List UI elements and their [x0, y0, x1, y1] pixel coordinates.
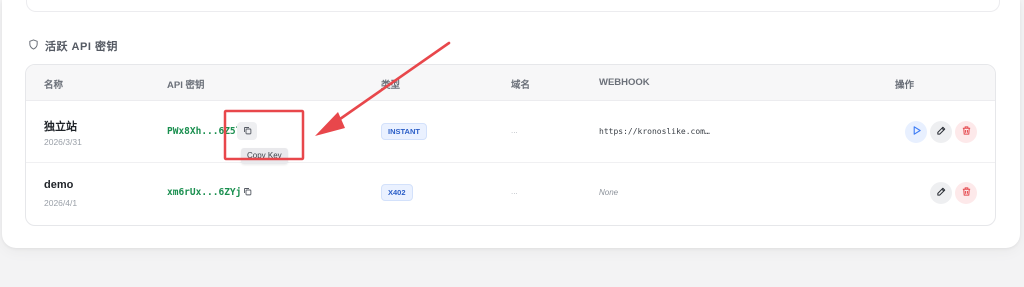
key-date: 2026/4/1: [44, 198, 78, 208]
delete-button[interactable]: [955, 121, 977, 143]
table-row: demo 2026/4/1 xm6rUx...6ZYj X402 ... Non…: [26, 163, 995, 225]
header-name: 名称: [44, 80, 64, 91]
copy-key-button[interactable]: [237, 183, 257, 201]
shield-icon: [28, 39, 39, 53]
domain-value: ...: [511, 187, 518, 196]
edit-button[interactable]: [930, 182, 952, 204]
copy-icon: [243, 183, 252, 201]
copy-key-button[interactable]: [237, 122, 257, 140]
api-keys-table: 名称 API 密钥 类型 域名 WEBHOOK 操作 独立站 2026/3/31…: [25, 64, 996, 226]
table-row: 独立站 2026/3/31 PWx8Xh...6Z5l INSTANT ... …: [26, 101, 995, 163]
previous-panel-edge: [26, 0, 1000, 12]
run-button[interactable]: [905, 121, 927, 143]
domain-value: ...: [511, 126, 518, 135]
type-badge: X402: [381, 184, 413, 201]
header-key: API 密钥: [167, 80, 205, 91]
header-type: 类型: [381, 80, 401, 91]
key-name: 独立站: [44, 121, 77, 133]
edit-button[interactable]: [930, 121, 952, 143]
api-key-value: xm6rUx...6ZYj: [167, 187, 242, 198]
webhook-url: None: [599, 188, 619, 197]
api-key-value: PWx8Xh...6Z5l: [167, 126, 242, 137]
copy-key-tooltip: Copy Key: [241, 148, 288, 164]
header-webhook: WEBHOOK: [599, 77, 650, 88]
table-header: 名称 API 密钥 类型 域名 WEBHOOK 操作: [26, 65, 995, 101]
header-actions: 操作: [895, 80, 915, 91]
copy-icon: [243, 122, 252, 140]
edit-icon: [936, 184, 947, 202]
section-title: 活跃 API 密钥: [45, 41, 118, 53]
trash-icon: [961, 184, 972, 202]
section-header: 活跃 API 密钥: [28, 38, 118, 54]
key-date: 2026/3/31: [44, 137, 82, 147]
edit-icon: [936, 123, 947, 141]
header-domain: 域名: [511, 80, 531, 91]
play-icon: [911, 123, 922, 141]
key-name: demo: [44, 179, 74, 191]
delete-button[interactable]: [955, 182, 977, 204]
webhook-url: https://kronoslike.com…: [599, 127, 710, 136]
type-badge: INSTANT: [381, 123, 427, 140]
trash-icon: [961, 123, 972, 141]
